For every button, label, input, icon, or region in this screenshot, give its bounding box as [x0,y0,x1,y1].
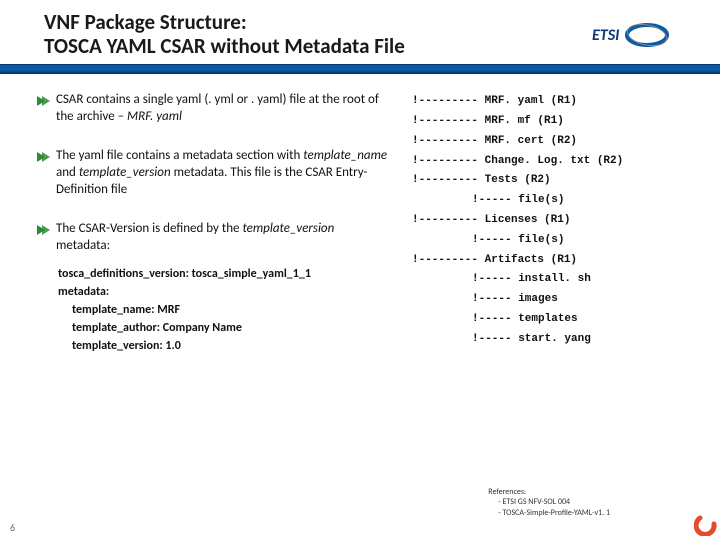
bullet-3: The CSAR-Version is defined by the templ… [36,221,390,255]
code-line: template_name: MRF [58,301,390,319]
bullet-1: CSAR contains a single yaml (. yml or . … [36,92,390,126]
tree-line: !--------- Licenses (R1) [412,211,710,231]
tree-line: !----- file(s) [412,231,710,251]
tree-line: !--------- Tests (R2) [412,171,710,191]
tree-line: !--------- Change. Log. txt (R2) [412,152,710,172]
tree-line: !----- file(s) [412,191,710,211]
tree-line: !--------- MRF. yaml (R1) [412,92,710,112]
tree-line: !----- images [412,290,710,310]
tree-line: !--------- MRF. cert (R2) [412,132,710,152]
arrow-bullet-icon [36,95,50,107]
etsi-logo: ETSI [592,14,692,56]
tree-line: !----- templates [412,310,710,330]
file-tree: !--------- MRF. yaml (R1) !--------- MRF… [408,92,710,354]
code-line: template_author: Company Name [58,319,390,337]
left-column: CSAR contains a single yaml (. yml or . … [36,92,390,354]
logo-text: ETSI [592,26,619,45]
code-line: tosca_definitions_version: tosca_simple_… [58,265,390,283]
references-title: References: [488,487,610,497]
corner-logo-icon [694,514,718,536]
tree-line: !----- install. sh [412,270,710,290]
bullet-2: The yaml file contains a metadata sectio… [36,148,390,199]
page-number: 6 [10,521,15,534]
reference-item: - TOSCA-Simple-Profile-YAML-v1. 1 [488,508,610,518]
title-line-2: TOSCA YAML CSAR without Metadata File [44,33,405,59]
arrow-bullet-icon [36,224,50,236]
divider-bar [0,64,720,74]
arrow-bullet-icon [36,151,50,163]
code-line: template_version: 1.0 [58,337,390,355]
header: VNF Package Structure: TOSCA YAML CSAR w… [0,0,720,58]
globe-swoosh-icon [623,18,671,52]
yaml-code-block: tosca_definitions_version: tosca_simple_… [58,265,390,355]
tree-line: !----- start. yang [412,330,710,350]
slide: VNF Package Structure: TOSCA YAML CSAR w… [0,0,720,540]
bullet-2-text: The yaml file contains a metadata sectio… [56,148,390,199]
content-area: CSAR contains a single yaml (. yml or . … [0,74,720,354]
title-line-1: VNF Package Structure: [44,9,247,35]
tree-line: !--------- MRF. mf (R1) [412,112,710,132]
tree-line: !--------- Artifacts (R1) [412,251,710,271]
bullet-1-text: CSAR contains a single yaml (. yml or . … [56,92,390,126]
references: References: - ETSI GS NFV-SOL 004 - TOSC… [488,487,610,518]
bullet-3-text: The CSAR-Version is defined by the templ… [56,221,390,255]
reference-item: - ETSI GS NFV-SOL 004 [488,497,610,507]
code-line: metadata: [58,283,390,301]
